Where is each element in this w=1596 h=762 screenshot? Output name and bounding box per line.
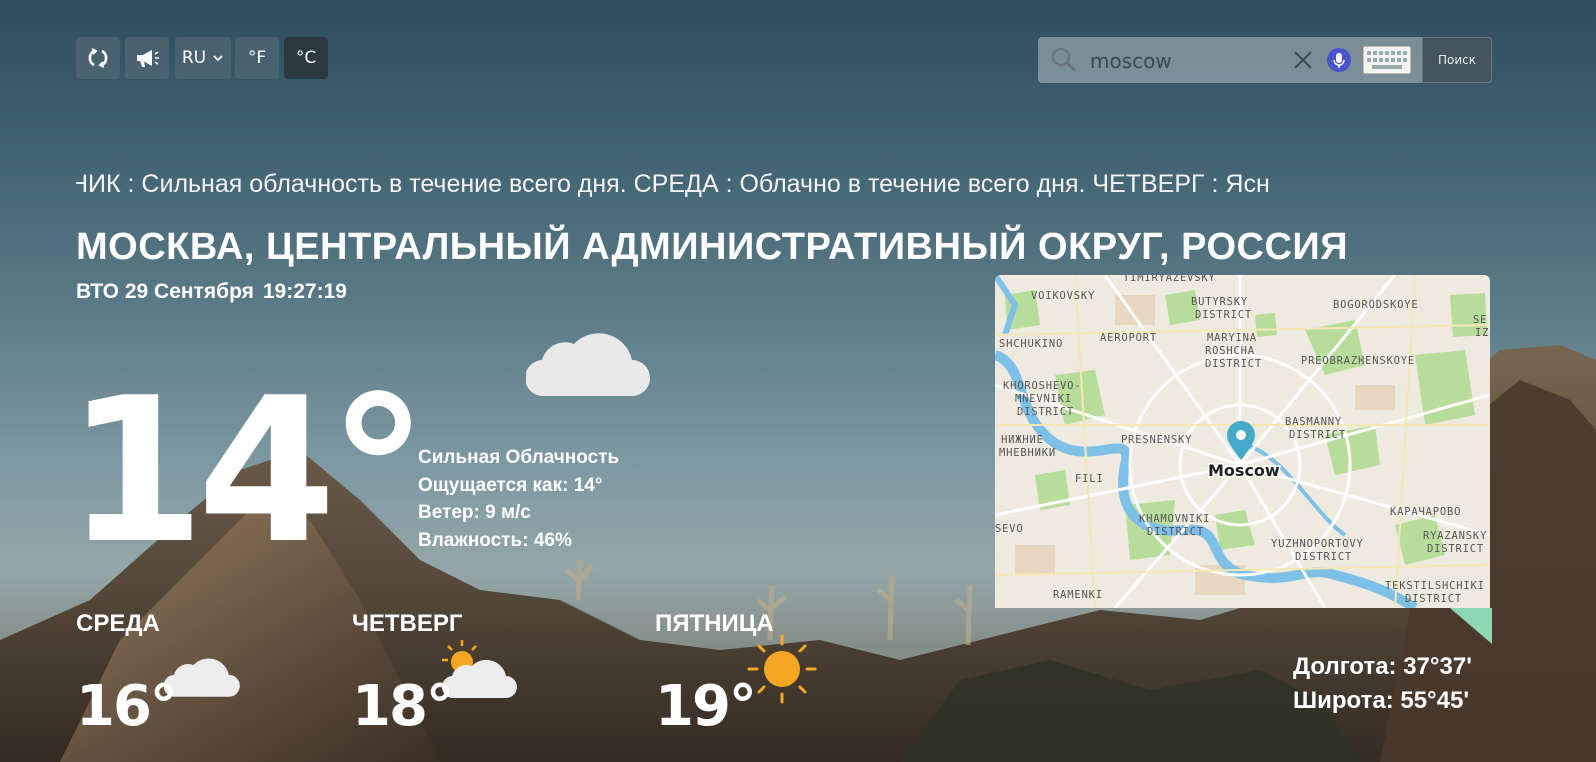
svg-text:SEVO: SEVO [995,523,1024,535]
forecast-temp: 16° [76,674,178,739]
clear-icon[interactable] [1293,50,1313,70]
location-title: МОСКВА, ЦЕНТРАЛЬНЫЙ АДМИНИСТРАТИВНЫЙ ОКР… [76,226,1349,268]
location-map[interactable]: TIMIRYAZEVSKY VOIKOVSKY BUTYRSKY DISTRIC… [995,275,1490,608]
svg-text:KHOROSHEVO-: KHOROSHEVO- [1003,380,1081,392]
microphone-icon[interactable] [1326,47,1352,73]
svg-text:IZ: IZ [1475,327,1489,339]
humidity-text: Влажность: 46% [418,529,572,551]
current-details: Сильная Облачность Ощущается как: 14° Ве… [418,444,619,554]
ticker-text: НИК : Сильная облачность в течение всего… [76,170,1270,198]
language-select[interactable]: RU [175,37,231,79]
svg-text:DISTRICT: DISTRICT [1205,358,1262,370]
svg-text:НИЖНИЕ: НИЖНИЕ [1001,434,1044,446]
svg-text:YUZHNOPORTOVY: YUZHNOPORTOVY [1271,538,1364,550]
cloud-icon [526,333,650,397]
search-button[interactable]: Поиск [1422,37,1492,83]
svg-text:PRESNENSKY: PRESNENSKY [1121,434,1192,446]
svg-text:MNEVNIKI: MNEVNIKI [1015,393,1072,405]
svg-text:VOIKOVSKY: VOIKOVSKY [1031,290,1095,302]
svg-text:PREOBRAZHENSKOYE: PREOBRAZHENSKOYE [1301,355,1415,367]
forecast-day-1: СРЕДА 16° [76,610,240,739]
celsius-button[interactable]: °C [284,37,328,79]
current-temperature: 14° [66,355,428,588]
forecast-day-name: СРЕДА [76,610,160,637]
forecast-ticker: НИК : Сильная облачность в течение всего… [76,168,1492,202]
longitude-text: Долгота: 37°37' [1293,653,1472,680]
forecast-day-2: ЧЕТВЕРГ 18° [352,610,517,739]
fahrenheit-label: °F [247,48,267,68]
svg-text:TEKSTILSHCHIKI: TEKSTILSHCHIKI [1385,580,1485,592]
forecast-temp: 19° [655,674,757,739]
language-label: RU [181,48,207,68]
wind-text: Ветер: 9 м/с [418,502,531,523]
megaphone-icon [137,50,159,67]
svg-text:RAMENKI: RAMENKI [1053,589,1103,601]
svg-text:DISTRICT: DISTRICT [1017,406,1074,418]
keyboard-icon[interactable] [1362,45,1412,75]
date-label: ВТО 29 Сентября [76,280,254,303]
coordinates: Долгота: 37°37' Широта: 55°45' [1293,650,1472,718]
search-box [1038,37,1422,83]
svg-text:DISTRICT: DISTRICT [1147,526,1204,538]
svg-text:MARYINA: MARYINA [1207,332,1257,344]
refresh-icon [88,48,108,68]
celsius-label: °C [295,48,317,68]
forecast-temp: 18° [352,674,454,739]
svg-text:МНЕВНИКИ: МНЕВНИКИ [999,447,1056,459]
latitude-text: Широта: 55°45' [1293,687,1470,714]
svg-text:SE: SE [1473,314,1487,326]
map-marker-label: Moscow [1208,461,1280,480]
svg-text:КАРАЧАРОВО: КАРАЧАРОВО [1390,506,1461,518]
svg-text:TIMIRYAZEVSKY: TIMIRYAZEVSKY [1123,275,1216,284]
fahrenheit-button[interactable]: °F [235,37,279,79]
search-bar: Поиск [1038,37,1492,83]
map-corner-decoration [1450,608,1492,644]
svg-text:DISTRICT: DISTRICT [1427,543,1484,555]
svg-text:DISTRICT: DISTRICT [1195,309,1252,321]
svg-text:ROSHCHA: ROSHCHA [1205,345,1255,357]
svg-text:DISTRICT: DISTRICT [1289,429,1346,441]
condition-text: Сильная Облачность [418,447,620,468]
partly-cloudy-icon [441,640,517,699]
svg-text:BUTYRSKY: BUTYRSKY [1191,296,1248,308]
forecast-day-3: ПЯТНИЦА 19° [655,610,817,739]
svg-text:RYAZANSKY: RYAZANSKY [1423,530,1487,542]
date-time: ВТО 29 Сентября 19:27:19 [76,280,347,304]
svg-text:DISTRICT: DISTRICT [1295,551,1352,563]
sun-icon [747,634,817,704]
svg-text:BOGORODSKOYE: BOGORODSKOYE [1333,299,1418,311]
svg-text:BASMANNY: BASMANNY [1285,416,1342,428]
time-label: 19:27:19 [262,280,347,303]
speak-button[interactable] [125,37,169,79]
feels-like-text: Ощущается как: 14° [418,474,603,496]
search-icon [1051,47,1077,73]
svg-text:KHAMOVNIKI: KHAMOVNIKI [1139,513,1210,525]
svg-text:AEROPORT: AEROPORT [1100,332,1157,344]
svg-text:SHCHUKINO: SHCHUKINO [999,338,1063,350]
refresh-button[interactable] [76,37,120,79]
forecast-day-name: ЧЕТВЕРГ [352,610,463,637]
chevron-down-icon [213,55,223,62]
search-input[interactable] [1088,45,1322,77]
svg-text:FILI: FILI [1075,473,1104,485]
